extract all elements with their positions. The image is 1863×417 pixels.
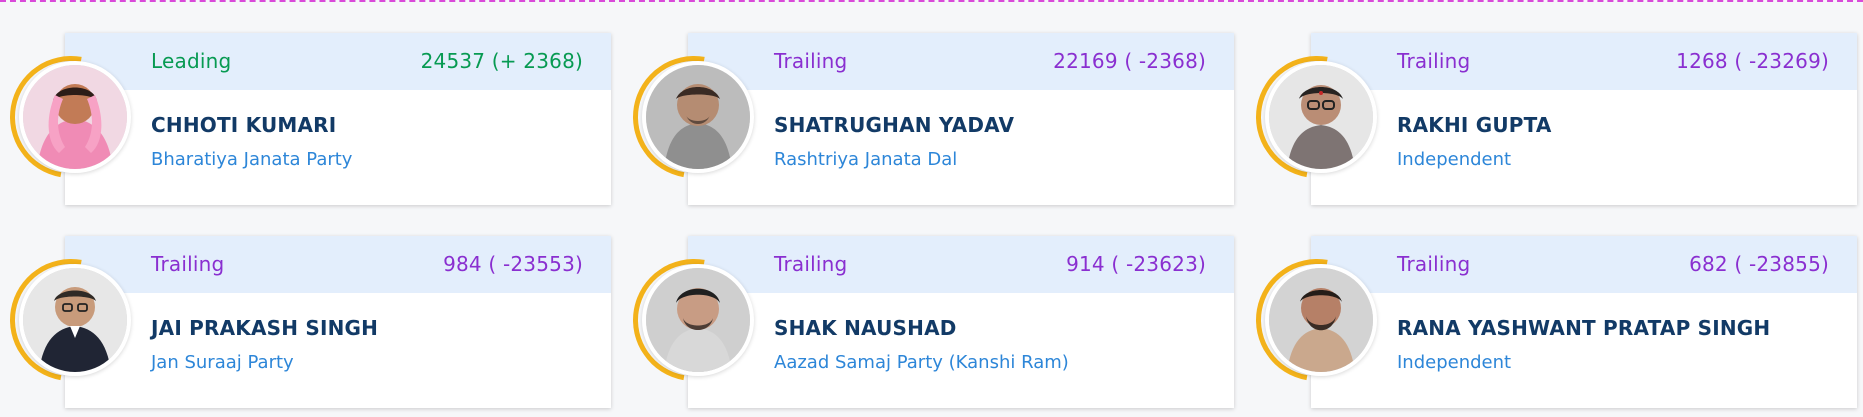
candidate-name: RANA YASHWANT PRATAP SINGH [1397, 316, 1771, 340]
avatar [642, 264, 754, 376]
status-trailing: Trailing [1397, 49, 1471, 73]
candidate-photo-icon [23, 65, 127, 169]
avatar-frame [0, 32, 156, 202]
party-name: Aazad Samaj Party (Kanshi Ram) [774, 352, 1069, 373]
avatar [642, 61, 754, 173]
vote-count: 24537 (+ 2368) [420, 49, 583, 73]
status-leading: Leading [151, 49, 232, 73]
candidate-name: SHAK NAUSHAD [774, 316, 957, 340]
avatar [19, 264, 131, 376]
candidate-card[interactable]: Trailing 914 ( -23623) SHAK NAUSHAD Aaza… [609, 235, 1234, 408]
vote-count: 22169 ( -2368) [1053, 49, 1206, 73]
vote-count: 1268 ( -23269) [1676, 49, 1829, 73]
party-name: Bharatiya Janata Party [151, 149, 353, 170]
candidate-name: CHHOTI KUMARI [151, 113, 337, 137]
candidate-card[interactable]: Trailing 682 ( -23855) RANA YASHWANT PRA… [1232, 235, 1857, 408]
candidate-name: RAKHI GUPTA [1397, 113, 1552, 137]
avatar-frame [0, 235, 156, 405]
status-trailing: Trailing [151, 252, 225, 276]
status-trailing: Trailing [774, 252, 848, 276]
candidate-name: SHATRUGHAN YADAV [774, 113, 1015, 137]
status-trailing: Trailing [1397, 252, 1471, 276]
candidate-photo-icon [646, 268, 750, 372]
vote-count: 682 ( -23855) [1689, 252, 1829, 276]
candidate-card[interactable]: Leading 24537 (+ 2368) CHHOTI KUMARI Bha… [0, 32, 611, 205]
avatar-frame [1232, 32, 1402, 202]
party-name: Jan Suraaj Party [151, 352, 294, 373]
avatar [1265, 61, 1377, 173]
candidate-card[interactable]: Trailing 984 ( -23553) JAI PRAKASH SINGH… [0, 235, 611, 408]
candidate-photo-icon [1269, 65, 1373, 169]
party-name: Independent [1397, 352, 1512, 373]
party-name: Rashtriya Janata Dal [774, 149, 958, 170]
candidate-photo-icon [1269, 268, 1373, 372]
vote-count: 984 ( -23553) [443, 252, 583, 276]
vote-count: 914 ( -23623) [1066, 252, 1206, 276]
candidate-name: JAI PRAKASH SINGH [151, 316, 379, 340]
party-name: Independent [1397, 149, 1512, 170]
avatar-frame [609, 32, 779, 202]
avatar [19, 61, 131, 173]
candidate-results-grid: Leading 24537 (+ 2368) CHHOTI KUMARI Bha… [0, 0, 1863, 417]
avatar-frame [609, 235, 779, 405]
candidate-photo-icon [23, 268, 127, 372]
status-trailing: Trailing [774, 49, 848, 73]
candidate-photo-icon [646, 65, 750, 169]
candidate-card[interactable]: Trailing 22169 ( -2368) SHATRUGHAN YADAV… [609, 32, 1234, 205]
candidate-card[interactable]: Trailing 1268 ( -23269) RAKHI GUPTA Inde… [1232, 32, 1857, 205]
avatar [1265, 264, 1377, 376]
avatar-frame [1232, 235, 1402, 405]
